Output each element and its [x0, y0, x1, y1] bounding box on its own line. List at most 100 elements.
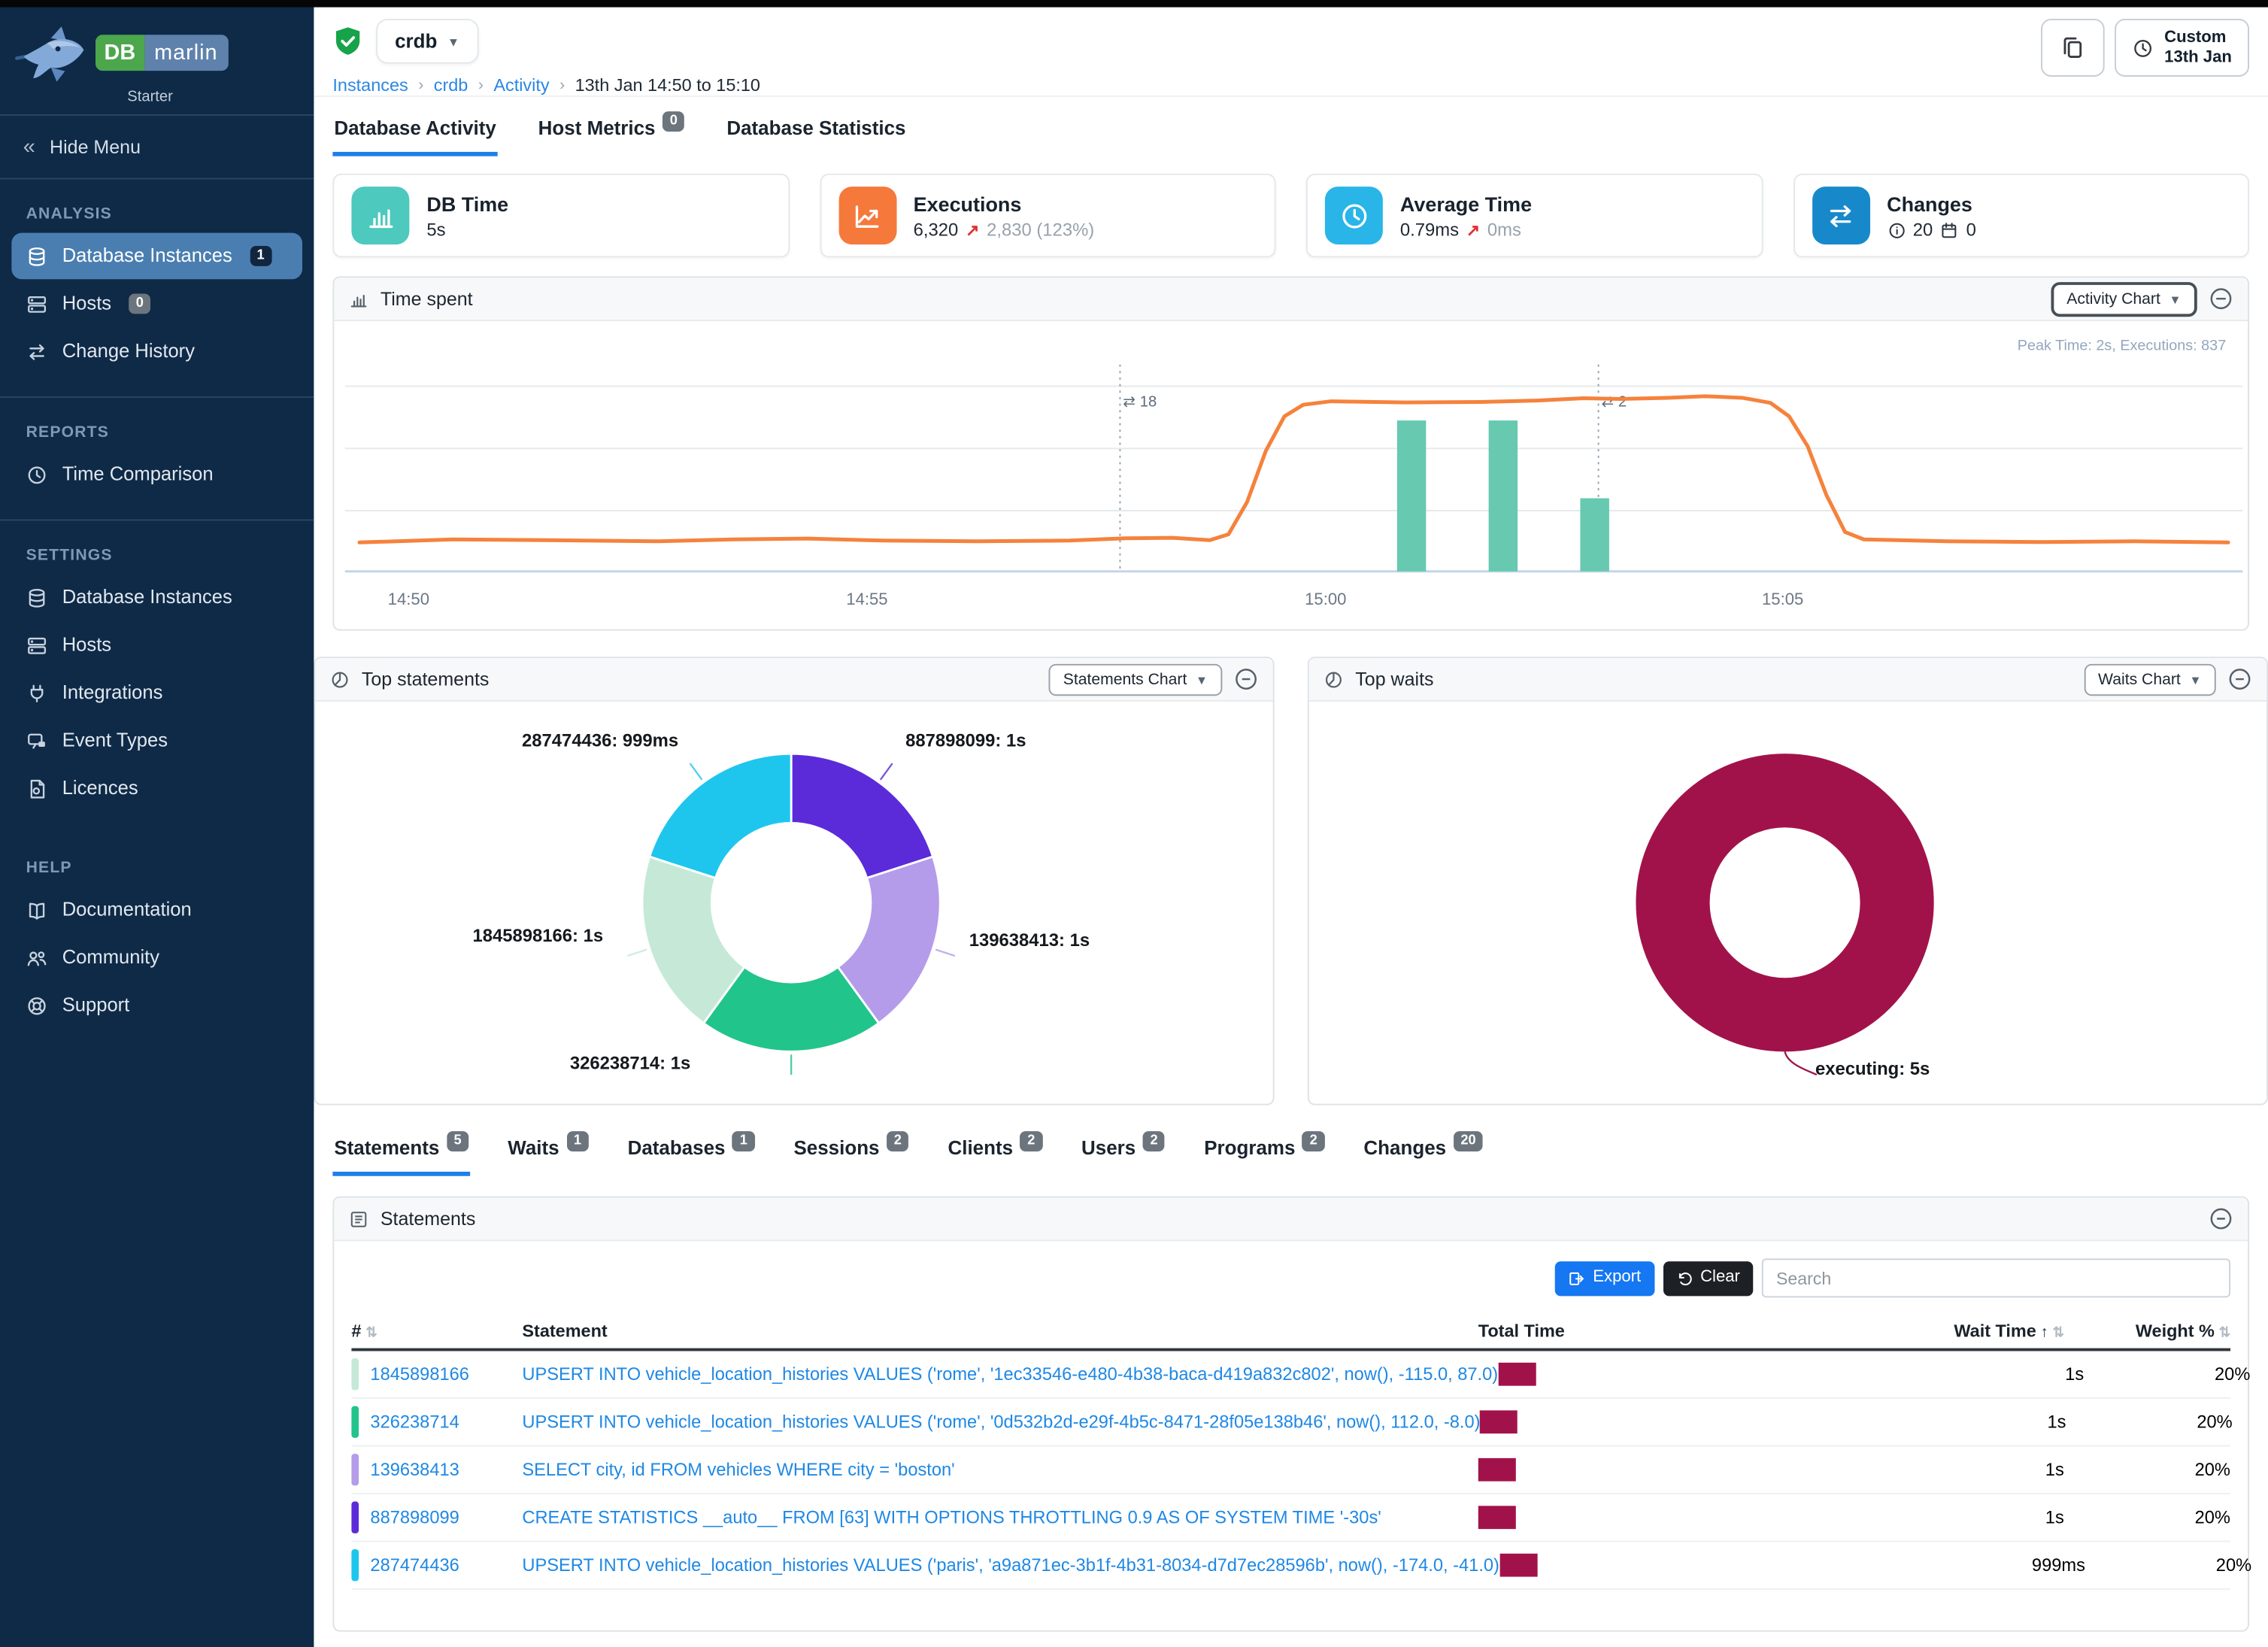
sidebar-item-label: Integrations [62, 682, 163, 704]
sidebar-item-hosts[interactable]: Hosts0 [11, 281, 302, 327]
sidebar-item-licences[interactable]: Licences [11, 765, 302, 811]
sidebar-section-analysis: ANALYSISDatabase Instances1Hosts0Change … [0, 180, 314, 396]
tab-label: Waits [508, 1137, 559, 1159]
statement-id-link[interactable]: 887898099 [370, 1507, 459, 1527]
collapse-top-statements-button[interactable] [1234, 667, 1259, 692]
statement-id-link[interactable]: 1845898166 [370, 1364, 469, 1385]
detail-tab-sessions[interactable]: Sessions2 [793, 1131, 911, 1176]
donut-label-887898099: 887898099: 1s [905, 730, 1026, 751]
sidebar-item-label: Time Comparison [62, 463, 214, 485]
sidebar-item-label: Documentation [62, 899, 192, 921]
sidebar-item-label: Database Instances [62, 587, 232, 608]
sidebar-item-database-instances[interactable]: Database Instances [11, 574, 302, 620]
docs-icon [26, 898, 48, 921]
sidebar-item-integrations[interactable]: Integrations [11, 669, 302, 716]
weight-value: 20% [2084, 1364, 2250, 1385]
list-icon [349, 1209, 369, 1229]
statement-link[interactable]: UPSERT INTO vehicle_location_histories V… [522, 1555, 1499, 1576]
sidebar-item-database-instances[interactable]: Database Instances1 [11, 233, 302, 280]
statements-chart-dropdown[interactable]: Statements Chart ▼ [1048, 663, 1222, 695]
breadcrumb-activity[interactable]: Activity [493, 75, 549, 96]
tab-label: Clients [948, 1137, 1013, 1159]
top-statements-header: Top statements Statements Chart ▼ [315, 658, 1272, 702]
count-badge: 5 [447, 1131, 468, 1151]
time-spent-chart[interactable]: ⇄ 18⇄ 214:5014:5515:0015:05 Peak Time: 2… [334, 321, 2248, 629]
statement-id-link[interactable]: 287474436 [370, 1555, 459, 1576]
sort-icon: ⇅ [2219, 1324, 2230, 1340]
svg-text:14:55: 14:55 [846, 590, 887, 608]
table-row: 287474436 UPSERT INTO vehicle_location_hi… [351, 1542, 2230, 1589]
col-weight[interactable]: Weight %⇅ [2064, 1320, 2230, 1340]
donut-label-287474436: 287474436: 999ms [522, 730, 678, 751]
tab-label: Databases [628, 1137, 726, 1159]
statements-panel-header: Statements [334, 1198, 2248, 1242]
export-button[interactable]: Export [1555, 1260, 1654, 1295]
sidebar-item-change-history[interactable]: Change History [11, 329, 302, 375]
statement-link[interactable]: CREATE STATISTICS __auto__ FROM [63] WIT… [522, 1507, 1478, 1527]
col-id[interactable]: #⇅ [351, 1320, 522, 1340]
sidebar-item-event-types[interactable]: Event Types [11, 717, 302, 764]
collapse-time-spent-button[interactable] [2209, 287, 2233, 311]
breadcrumb-instances[interactable]: Instances [332, 75, 408, 96]
statement-id-link[interactable]: 326238714 [370, 1412, 459, 1432]
metric-value: 0.79ms [1400, 219, 1459, 239]
col-statement[interactable]: Statement [522, 1320, 1478, 1340]
col-wait-time[interactable]: Wait Time↑⇅ [1753, 1320, 2064, 1340]
sidebar-item-documentation[interactable]: Documentation [11, 887, 302, 933]
statement-id-link[interactable]: 139638413 [370, 1460, 459, 1480]
tab-database-activity[interactable]: Database Activity [332, 111, 497, 156]
database-icon [26, 586, 48, 609]
export-label: Export [1593, 1269, 1641, 1286]
collapse-top-waits-button[interactable] [2227, 667, 2252, 692]
hide-menu-button[interactable]: « Hide Menu [0, 114, 314, 180]
detail-tab-changes[interactable]: Changes20 [1362, 1131, 1484, 1176]
tab-label: Database Activity [334, 117, 496, 139]
breadcrumb-separator: › [418, 77, 423, 94]
waits-chart-dropdown[interactable]: Waits Chart ▼ [2084, 663, 2216, 695]
donut-segment-887898099 [791, 754, 932, 878]
sidebar-sections: ANALYSISDatabase Instances1Hosts0Change … [0, 180, 314, 1051]
statement-link[interactable]: UPSERT INTO vehicle_location_histories V… [522, 1412, 1480, 1432]
activity-chart-dropdown[interactable]: Activity Chart ▼ [2051, 281, 2197, 316]
clear-button[interactable]: Clear [1663, 1260, 1753, 1295]
weight-value: 20% [2085, 1555, 2251, 1576]
sidebar-item-hosts[interactable]: Hosts [11, 622, 302, 669]
licence-icon [26, 777, 48, 800]
waits-donut-chart[interactable]: executing: 5s [1309, 702, 2266, 1104]
app-window: DB marlin Starter « Hide Menu ANALYSISDa… [0, 0, 2268, 1647]
sidebar-item-time-comparison[interactable]: Time Comparison [11, 451, 302, 498]
detail-tab-databases[interactable]: Databases1 [626, 1131, 757, 1176]
sidebar-section-label: REPORTS [11, 412, 302, 450]
detail-tab-clients[interactable]: Clients 2 [947, 1131, 1044, 1176]
detail-tab-programs[interactable]: Programs2 [1202, 1131, 1326, 1176]
search-input[interactable] [1762, 1258, 2230, 1297]
sidebar-item-support[interactable]: Support [11, 982, 302, 1029]
sidebar-section-label: ANALYSIS [11, 194, 302, 232]
tab-host-metrics[interactable]: Host Metrics0 [537, 111, 687, 156]
breadcrumb-crdb[interactable]: crdb [434, 75, 468, 96]
main-area: crdb ▼ Custom 13th Jan [314, 8, 2268, 1647]
executions-bar [1397, 420, 1426, 572]
detail-tab-statements[interactable]: Statements5 [332, 1131, 470, 1176]
collapse-statements-button[interactable] [2209, 1206, 2233, 1231]
barchart-icon [351, 187, 409, 244]
count-badge: 2 [1020, 1131, 1042, 1151]
time-range-button[interactable]: Custom 13th Jan [2115, 19, 2249, 77]
sidebar-item-community[interactable]: Community [11, 934, 302, 981]
statement-link[interactable]: SELECT city, id FROM vehicles WHERE city… [522, 1460, 1478, 1480]
detail-tab-users[interactable]: Users2 [1080, 1131, 1166, 1176]
sort-icon: ⇅ [2052, 1324, 2063, 1340]
svg-text:14:50: 14:50 [388, 590, 429, 608]
metric-value-row: 5s [426, 219, 508, 239]
donut-svg [315, 702, 1272, 1104]
statement-color-chip [351, 1502, 359, 1533]
tab-database-statistics[interactable]: Database Statistics [725, 111, 907, 156]
statement-link[interactable]: UPSERT INTO vehicle_location_histories V… [522, 1364, 1498, 1385]
sidebar-section-settings: SETTINGSDatabase InstancesHostsIntegrati… [0, 519, 314, 833]
col-total-time[interactable]: Total Time [1478, 1320, 1753, 1340]
statements-donut-chart[interactable]: 887898099: 1s139638413: 1s326238714: 1s1… [315, 702, 1272, 1104]
copy-link-button[interactable] [2042, 19, 2106, 77]
table-row: 326238714 UPSERT INTO vehicle_location_hi… [351, 1399, 2230, 1446]
instance-selector[interactable]: crdb ▼ [376, 19, 478, 64]
detail-tab-waits[interactable]: Waits1 [506, 1131, 590, 1176]
